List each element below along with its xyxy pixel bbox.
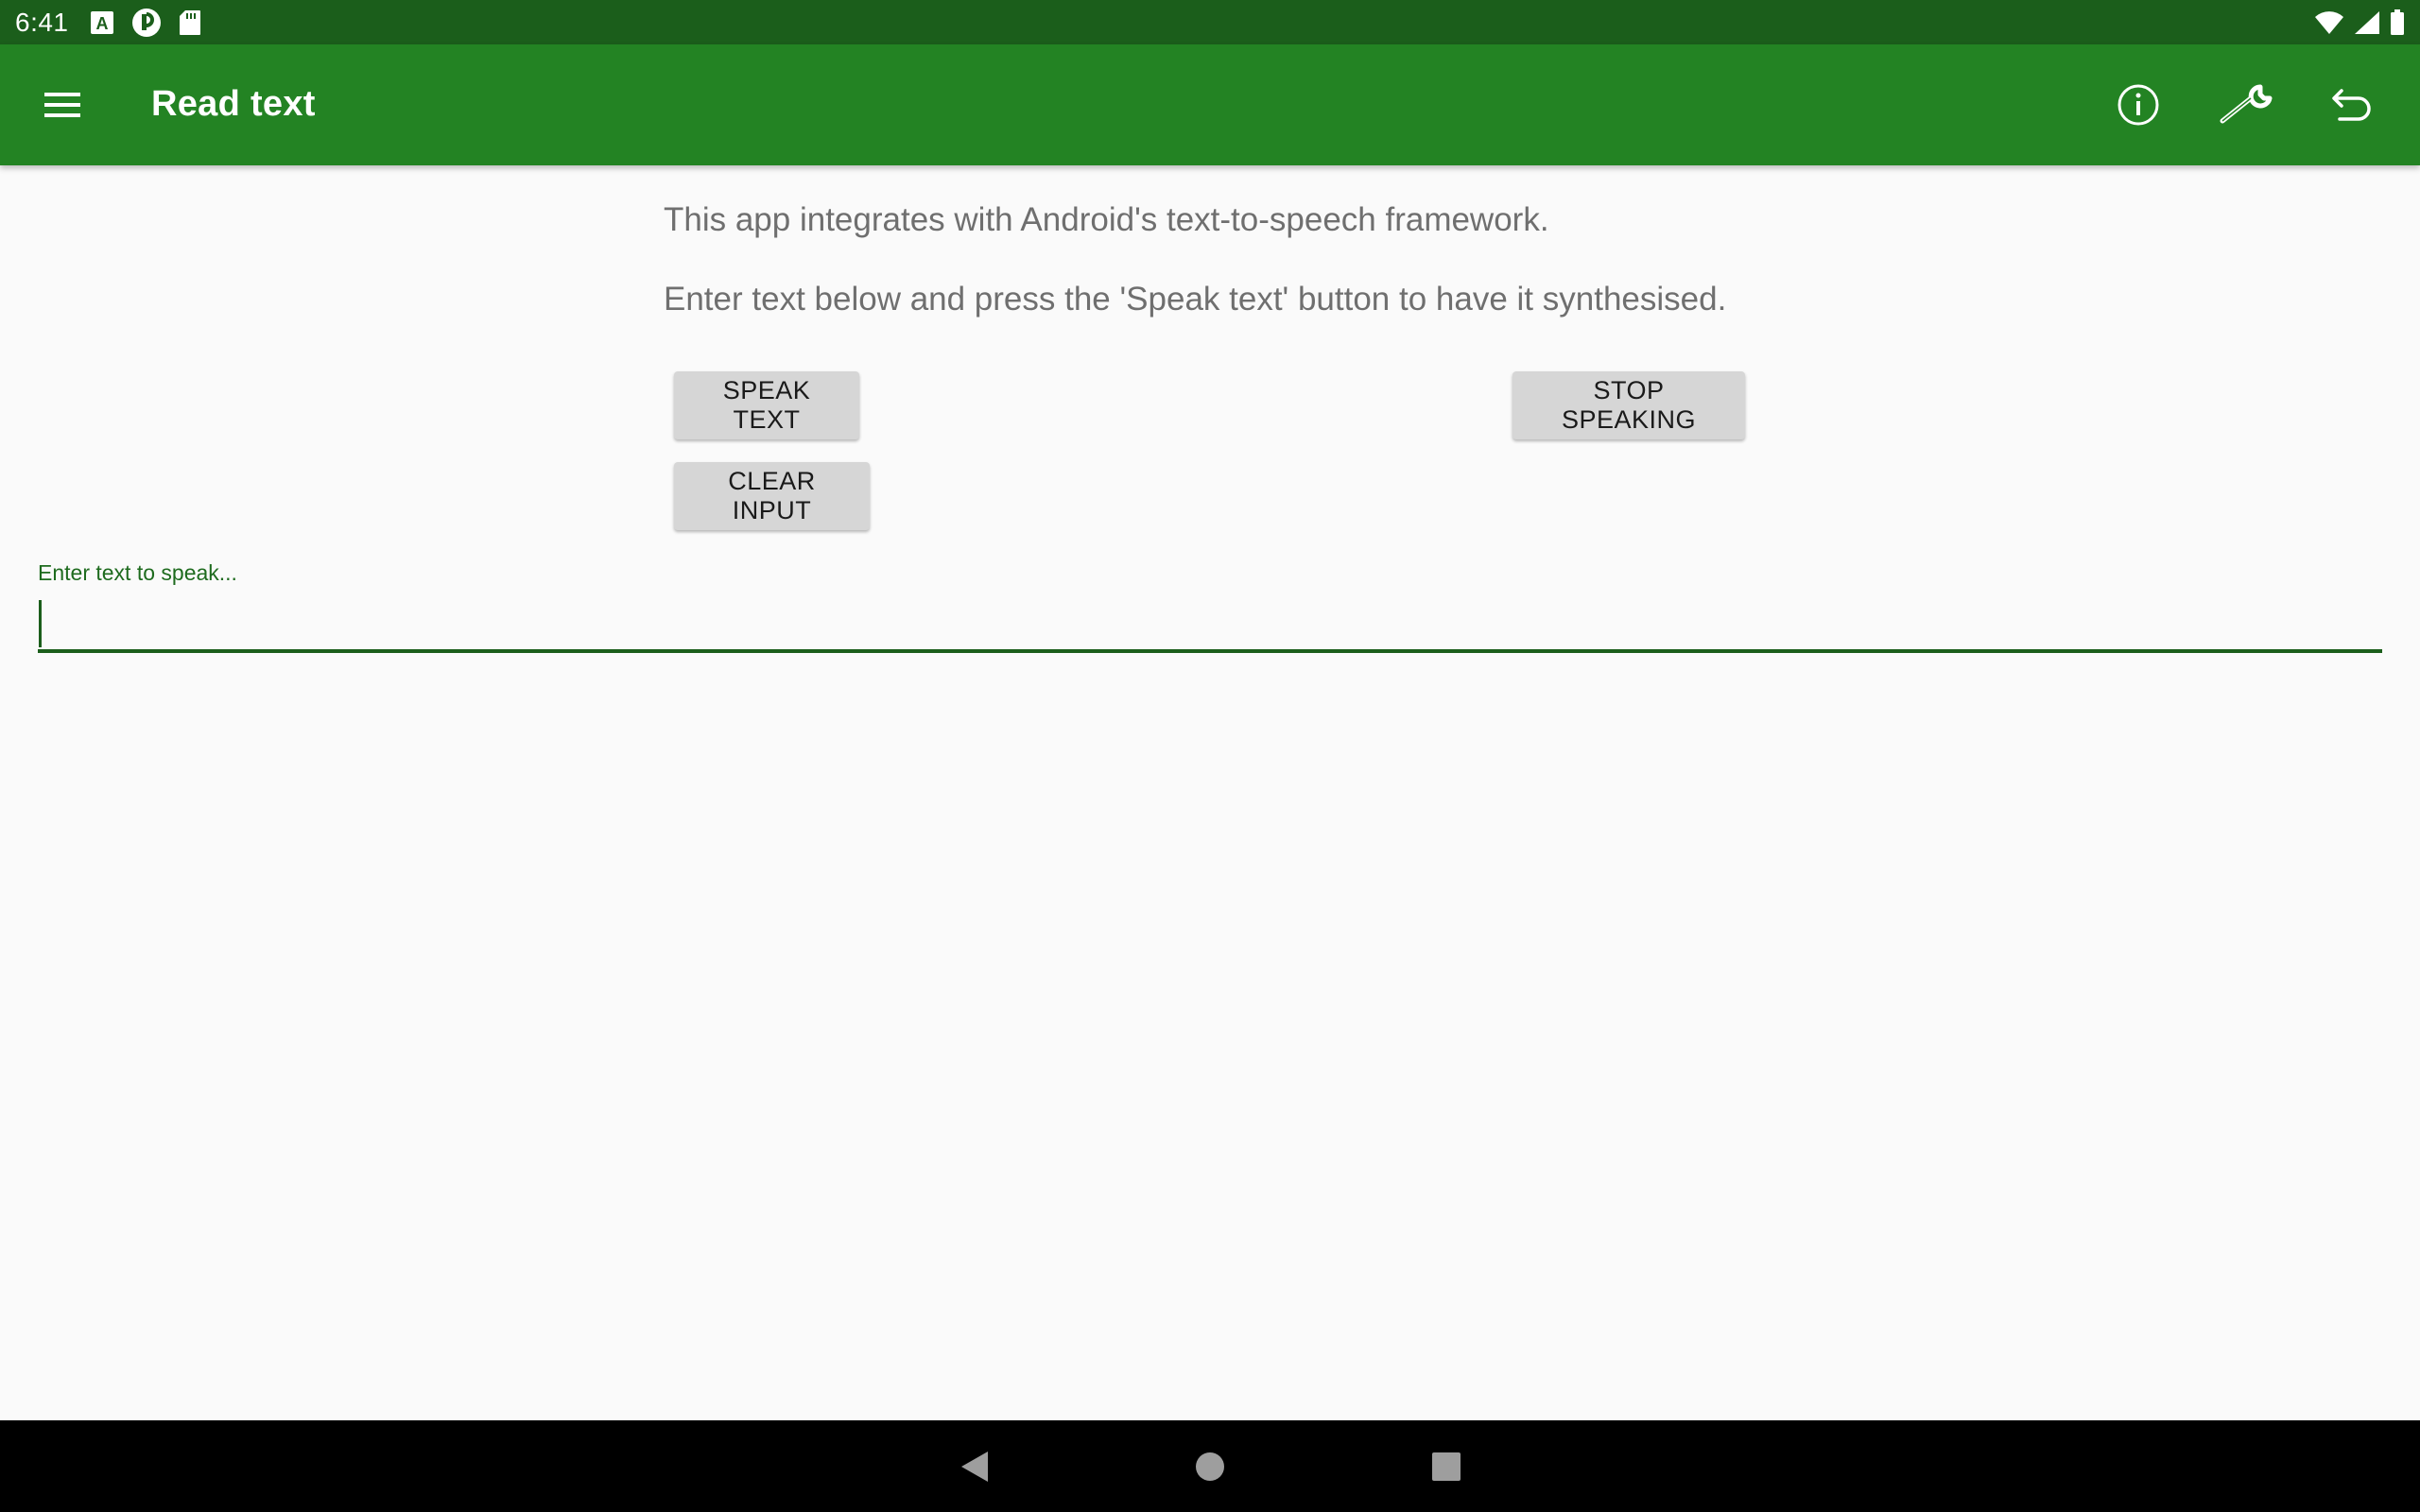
- home-icon: [1196, 1452, 1224, 1481]
- status-bar-right: [2314, 9, 2405, 36]
- undo-button[interactable]: [2320, 73, 2384, 137]
- wrench-icon: [2220, 84, 2273, 124]
- text-input-label: Enter text to speak...: [38, 560, 237, 585]
- back-button[interactable]: [945, 1438, 1002, 1495]
- speak-text-button[interactable]: SPEAK TEXT: [674, 371, 859, 439]
- status-bar: 6:41 A: [0, 0, 2420, 44]
- hamburger-menu-icon: [44, 93, 80, 117]
- description-intro: This app integrates with Android's text-…: [664, 201, 1549, 238]
- podcast-icon: [131, 8, 161, 37]
- menu-button[interactable]: [42, 84, 83, 126]
- wifi-icon: [2315, 10, 2343, 34]
- recents-button[interactable]: [1418, 1438, 1475, 1495]
- text-input-underline: [38, 649, 2382, 653]
- info-button[interactable]: [2106, 73, 2170, 137]
- stop-speaking-button[interactable]: STOP SPEAKING: [1512, 371, 1745, 439]
- page-title: Read text: [151, 84, 316, 124]
- main-content: This app integrates with Android's text-…: [0, 165, 2420, 1420]
- home-button[interactable]: [1182, 1438, 1238, 1495]
- svg-text:A: A: [95, 14, 108, 33]
- settings-button[interactable]: [2214, 73, 2278, 137]
- info-icon: [2118, 84, 2159, 126]
- sd-card-icon: [179, 9, 200, 35]
- clear-input-button[interactable]: CLEAR INPUT: [674, 462, 870, 530]
- status-bar-left: 6:41 A: [15, 8, 201, 38]
- status-time: 6:41: [15, 7, 69, 37]
- recents-icon: [1432, 1452, 1461, 1481]
- notification-icons: A: [90, 8, 201, 38]
- description-instructions: Enter text below and press the 'Speak te…: [664, 281, 1727, 318]
- app-bar: Read text: [0, 44, 2420, 165]
- battery-icon: [2391, 9, 2404, 35]
- font-icon: A: [90, 10, 113, 34]
- text-caret: [39, 600, 42, 647]
- system-nav-bar: [0, 1420, 2420, 1512]
- signal-icon: [2355, 10, 2379, 34]
- undo-icon: [2332, 89, 2371, 121]
- back-icon: [961, 1451, 988, 1482]
